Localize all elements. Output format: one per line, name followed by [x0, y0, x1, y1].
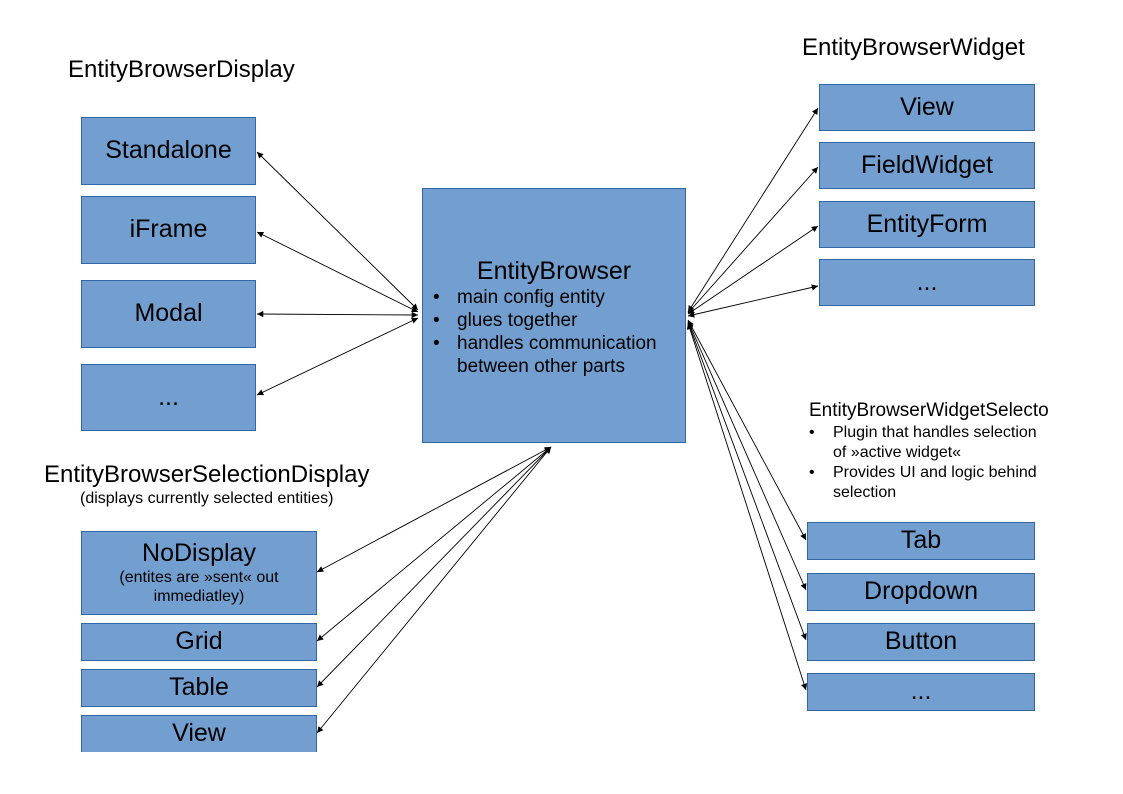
- bullet-text: Plugin that handles selection of »active…: [833, 424, 1037, 461]
- box-label: NoDisplay: [142, 539, 256, 568]
- arrow-center-dropdown: [687, 320, 807, 591]
- bullet-text: glues together: [457, 310, 578, 331]
- selection-display-title: EntityBrowserSelectionDisplay: [44, 461, 370, 488]
- bullet-text: main config entity: [457, 287, 605, 308]
- display-modal-box[interactable]: Modal: [81, 280, 256, 348]
- arrow-center-view-selection: [316, 446, 552, 734]
- selection-nodisplay-box[interactable]: NoDisplay (entites are »sent« out immedi…: [81, 531, 317, 615]
- arrow-center-button: [687, 321, 807, 641]
- bullet-text: handles communication between other part…: [457, 333, 657, 377]
- selector-dropdown-box[interactable]: Dropdown: [807, 573, 1035, 611]
- box-label: View: [172, 719, 226, 748]
- bullet-item: • Provides UI and logic behind selection: [808, 463, 1063, 503]
- selection-grid-box[interactable]: Grid: [81, 623, 317, 661]
- selection-view-box[interactable]: View: [81, 715, 317, 752]
- widget-more-box[interactable]: ...: [819, 259, 1035, 306]
- box-label: ...: [910, 677, 932, 706]
- selection-table-box[interactable]: Table: [81, 669, 317, 707]
- display-group-title: EntityBrowserDisplay: [68, 56, 295, 83]
- selector-more-box[interactable]: ...: [807, 673, 1035, 711]
- arrow-center-display-more: [256, 317, 419, 396]
- widget-selector-title: EntityBrowserWidgetSelecto: [809, 400, 1049, 421]
- box-label: ...: [916, 267, 938, 296]
- bullet-icon: •: [433, 310, 440, 331]
- arrow-center-view: [687, 107, 819, 313]
- box-label: iFrame: [129, 215, 208, 244]
- bullet-icon: •: [809, 424, 815, 441]
- box-note: (entites are »sent« out immediatley): [119, 568, 279, 605]
- box-label: Grid: [175, 627, 223, 656]
- box-label: Standalone: [105, 136, 232, 165]
- box-label: Modal: [134, 299, 203, 328]
- selector-button-box[interactable]: Button: [807, 623, 1035, 661]
- widget-group-title: EntityBrowserWidget: [802, 34, 1025, 61]
- arrow-center-modal: [256, 310, 419, 319]
- box-label: EntityForm: [866, 209, 988, 238]
- display-standalone-box[interactable]: Standalone: [81, 117, 256, 185]
- box-label: ...: [158, 382, 179, 411]
- bullet-item: • main config entity: [431, 286, 672, 309]
- box-label: Button: [884, 627, 958, 656]
- entity-browser-box[interactable]: EntityBrowser • main config entity • glues…: [422, 188, 686, 443]
- selector-tab-box[interactable]: Tab: [807, 522, 1035, 560]
- display-iframe-box[interactable]: iFrame: [81, 196, 256, 264]
- bullet-icon: •: [433, 287, 440, 308]
- bullet-item: • handles communication between other par…: [431, 332, 672, 378]
- bullet-item: • Plugin that handles selection of »activ…: [808, 423, 1053, 463]
- arrow-center-fieldwidget: [687, 166, 819, 314]
- box-label: Dropdown: [864, 577, 978, 606]
- entity-browser-bullets: • main config entity • glues together • han…: [431, 286, 672, 378]
- arrow-center-standalone: [256, 151, 419, 311]
- arrow-center-iframe: [256, 231, 419, 313]
- box-label: View: [900, 92, 954, 121]
- widget-view-box[interactable]: View: [819, 84, 1035, 131]
- bullet-icon: •: [433, 333, 440, 354]
- bullet-item: • glues together: [431, 309, 672, 332]
- entity-browser-title: EntityBrowser: [476, 257, 632, 285]
- selection-display-subtitle: (displays currently selected entities): [80, 490, 334, 507]
- display-more-box[interactable]: ...: [81, 364, 256, 431]
- widget-entityform-box[interactable]: EntityForm: [819, 201, 1035, 248]
- widget-selector-bullets: • Plugin that handles selection of »activ…: [808, 423, 1068, 503]
- widget-fieldwidget-box[interactable]: FieldWidget: [819, 142, 1035, 189]
- box-label: Tab: [900, 526, 942, 555]
- bullet-text: Provides UI and logic behind selection: [833, 464, 1037, 501]
- box-label: Table: [169, 673, 229, 702]
- box-label: FieldWidget: [861, 150, 993, 179]
- bullet-icon: •: [809, 464, 815, 481]
